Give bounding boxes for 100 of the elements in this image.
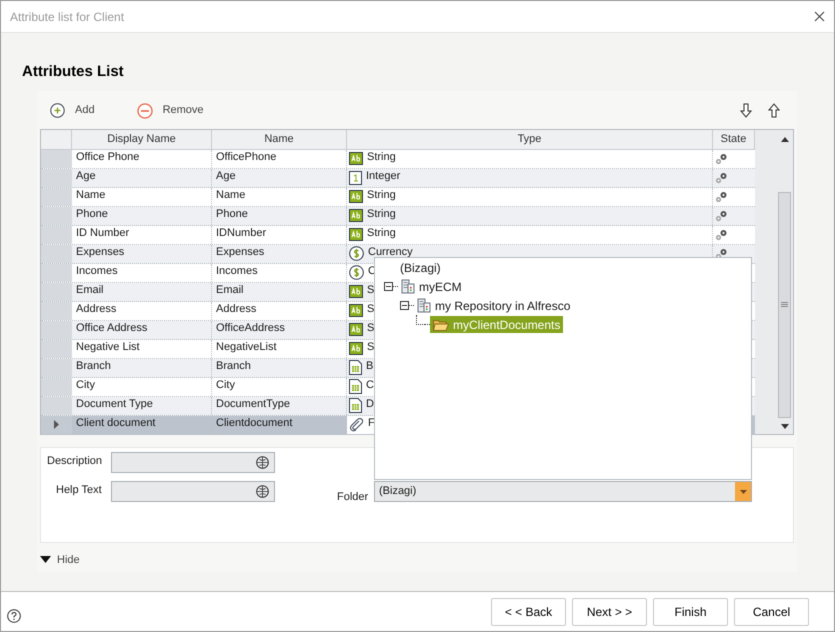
- tree-item-label: myClientDocuments: [453, 316, 560, 334]
- table-cell: Branch: [72, 358, 212, 376]
- tree-item-label: my Repository in Alfresco: [435, 298, 570, 314]
- table-cell: Name: [72, 188, 212, 206]
- help-text-field[interactable]: [111, 480, 275, 502]
- table-cell: Branch: [212, 358, 347, 376]
- dialog-button[interactable]: Cancel: [734, 598, 809, 626]
- text-type-icon: [349, 190, 363, 203]
- tree-item-label: myECM: [419, 278, 462, 296]
- text-type-icon: [349, 228, 363, 241]
- column-header[interactable]: Display Name: [72, 130, 212, 148]
- description-field[interactable]: [111, 452, 275, 472]
- section-heading: Attributes List: [22, 62, 125, 82]
- table-cell: Name: [212, 188, 347, 206]
- table-cell: S: [367, 302, 374, 316]
- minus-icon: [136, 102, 153, 118]
- grip-icon: [781, 302, 788, 307]
- table-cell: Currency: [368, 244, 413, 260]
- table-cell: Age: [212, 168, 347, 186]
- close-icon[interactable]: [814, 11, 825, 22]
- table-row[interactable]: Office Phone OfficePhone String: [41, 150, 755, 168]
- server-icon: [401, 279, 415, 294]
- help-icon[interactable]: [7, 608, 21, 622]
- table-cell: Document Type: [72, 396, 212, 414]
- table-cell: Email: [72, 282, 212, 300]
- text-type-icon: [349, 285, 363, 298]
- table-cell: NegativeList: [212, 340, 347, 358]
- table-cell: City: [72, 378, 212, 396]
- column-header[interactable]: Type: [347, 130, 713, 148]
- add-button[interactable]: Add: [50, 102, 95, 119]
- table-row[interactable]: Age Age Integer: [41, 168, 755, 188]
- table-cell: S: [367, 320, 374, 336]
- table-cell: String: [367, 150, 396, 164]
- table-row[interactable]: Name Name String: [41, 188, 755, 206]
- table-cell: OfficeAddress: [212, 320, 347, 338]
- globe-icon[interactable]: [256, 484, 269, 498]
- table-cell: Age: [72, 168, 212, 186]
- table-cell: F: [368, 416, 375, 430]
- dollar-icon: [349, 246, 364, 261]
- table-cell: OfficePhone: [212, 150, 347, 168]
- table-cell: C: [366, 378, 374, 392]
- tree-item[interactable]: myECM: [398, 278, 465, 295]
- text-type-icon: [349, 304, 363, 317]
- table-cell: Office Address: [72, 320, 212, 338]
- table-cell: Integer: [366, 168, 400, 184]
- caret-icon: [40, 556, 51, 564]
- table-cell: IDNumber: [212, 226, 347, 244]
- collapse-icon[interactable]: [384, 282, 393, 291]
- field-label: Help Text: [56, 482, 103, 498]
- table-cell: D: [366, 396, 374, 412]
- number-type-icon: [349, 170, 362, 184]
- table-cell: String: [367, 226, 396, 240]
- arrow-up-icon[interactable]: [768, 103, 780, 118]
- folder-dropdown[interactable]: (Bizagi): [374, 481, 752, 502]
- plus-icon: [50, 103, 65, 118]
- column-header[interactable]: Name: [212, 130, 347, 148]
- remove-button[interactable]: Remove: [136, 102, 204, 119]
- paperclip-icon: [349, 417, 364, 432]
- text-type-icon: [349, 209, 363, 222]
- table-cell: Client document: [72, 416, 212, 434]
- table-row[interactable]: Phone Phone String: [41, 206, 755, 226]
- dialog-button[interactable]: Finish: [653, 598, 728, 626]
- table-cell: Address: [212, 302, 347, 320]
- table-cell: Incomes: [72, 264, 212, 282]
- table-cell: S: [367, 340, 374, 354]
- table-cell: Address: [72, 302, 212, 320]
- folder-icon: [433, 318, 449, 330]
- tree-item[interactable]: my Repository in Alfresco: [414, 297, 574, 314]
- row-selector[interactable]: [41, 416, 72, 434]
- server-icon: [417, 298, 431, 313]
- globe-icon[interactable]: [256, 456, 269, 468]
- table-cell: DocumentType: [212, 396, 347, 414]
- table-cell: Email: [212, 282, 347, 300]
- table-cell: City: [212, 378, 347, 396]
- table-cell: String: [367, 206, 396, 222]
- table-cell: ID Number: [72, 226, 212, 244]
- column-header[interactable]: State: [713, 130, 755, 148]
- table-row[interactable]: ID Number IDNumber String: [41, 226, 755, 244]
- table-cell: B: [366, 358, 374, 374]
- dialog-button[interactable]: < < Back: [491, 598, 566, 626]
- table-cell: S: [367, 282, 374, 298]
- collapse-icon[interactable]: [400, 301, 409, 310]
- scroll-up-icon[interactable]: [780, 136, 788, 142]
- table-cell: Phone: [72, 206, 212, 224]
- table-cell: Expenses: [212, 244, 347, 262]
- dialog-button[interactable]: Next > >: [572, 598, 647, 626]
- table-cell: Expenses: [72, 244, 212, 262]
- table-cell: Negative List: [72, 340, 212, 358]
- text-type-icon: [349, 323, 363, 336]
- table-cell: String: [367, 188, 396, 202]
- arrow-down-icon[interactable]: [740, 103, 752, 118]
- current-row-icon: [54, 420, 59, 429]
- text-type-icon: [349, 342, 363, 355]
- scroll-down-icon[interactable]: [780, 424, 788, 428]
- table-cell: Phone: [212, 206, 347, 224]
- text-type-icon: [349, 152, 363, 165]
- window-title: Attribute list for Client: [10, 8, 124, 26]
- hide-toggle[interactable]: Hide: [40, 552, 80, 568]
- table-cell: Incomes: [212, 264, 347, 282]
- table-cell: Office Phone: [72, 150, 212, 168]
